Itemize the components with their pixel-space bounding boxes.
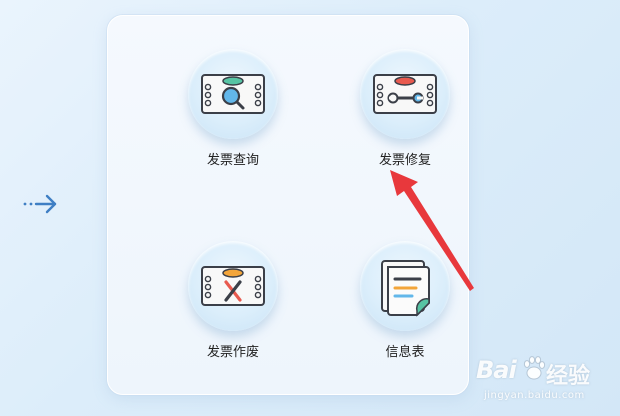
red-pointer-arrow — [390, 170, 474, 291]
watermark-suffix: 经验 — [546, 364, 591, 389]
invoice-void-button[interactable]: 发票作废 — [163, 241, 303, 381]
baidu-jingyan-watermark: Bai 经验 jingyan.baidu.com — [476, 348, 616, 408]
arrow-right-icon[interactable] — [22, 192, 60, 216]
invoice-void-icon-circle — [188, 241, 278, 331]
watermark-url: jingyan.baidu.com — [484, 390, 585, 401]
invoice-query-button[interactable]: 发票查询 — [163, 49, 303, 189]
invoice-void-icon — [201, 266, 265, 306]
invoice-query-label: 发票查询 — [206, 153, 259, 168]
invoice-void-label: 发票作废 — [206, 345, 259, 360]
invoice-search-icon — [201, 74, 265, 114]
watermark-brand: Bai — [476, 356, 517, 384]
invoice-query-icon-circle — [188, 49, 278, 139]
paw-icon — [523, 356, 546, 380]
invoice-repair-icon-circle — [360, 49, 450, 139]
info-sheet-label: 信息表 — [385, 345, 425, 360]
invoice-repair-icon — [373, 74, 437, 114]
